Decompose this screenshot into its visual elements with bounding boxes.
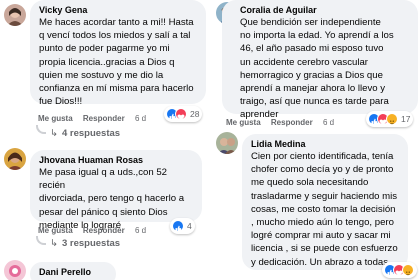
reply-button[interactable]: Responder: [271, 118, 313, 127]
care-icon: [386, 113, 398, 125]
like-button[interactable]: Me gusta: [38, 114, 73, 123]
comment-line: , mucho miedo aún lo tengo, pero: [251, 217, 394, 229]
reply-button[interactable]: Responder: [83, 226, 125, 235]
like-icon: [172, 220, 184, 233]
comment-line: q vencí todos los miedos y salí a tal: [39, 30, 191, 42]
comment-line: 46, el año pasado mi esposo tuvo: [240, 43, 384, 55]
reaction-summary[interactable]: [382, 262, 417, 278]
comment-line: Que bendición ser independiente: [240, 17, 381, 28]
comment-line: quien me sostuvo y me dio la: [39, 69, 164, 81]
comment-bubble: Vicky Gena Me haces acordar tanto a mi!!…: [30, 0, 206, 107]
reaction-count: 28: [190, 109, 200, 119]
reply-arrow-icon: ↳: [50, 238, 58, 249]
avatar-dani-icon: [4, 260, 26, 280]
comment-bubble: Dani Perello: [30, 262, 116, 280]
replies-count: 3 respuestas: [61, 238, 121, 249]
comment-line: pesar del pánico q siento Dios: [39, 206, 168, 218]
like-button[interactable]: Me gusta: [38, 226, 73, 235]
comment-author[interactable]: Coralia de Aguilar: [240, 4, 409, 16]
reply-arrow-icon: ↳: [50, 128, 58, 139]
view-replies-link[interactable]: ↳ 4 respuestas: [50, 128, 120, 139]
comment-bubble: Coralia de Aguilar Que bendición ser ind…: [222, 0, 418, 120]
avatar[interactable]: [4, 260, 26, 280]
comment-line: licencia , si se puede con esfuerzo: [251, 243, 398, 255]
avatar[interactable]: [216, 132, 238, 154]
avatar-lidia-icon: [216, 132, 238, 154]
replies-count: 4 respuestas: [61, 128, 121, 139]
reaction-summary[interactable]: 28: [164, 106, 203, 122]
care-icon: [402, 264, 414, 276]
comment-author[interactable]: Vicky Gena: [39, 4, 197, 16]
reaction-count: 17: [401, 114, 411, 124]
avatar[interactable]: [4, 148, 26, 170]
thread-connector: [36, 236, 46, 245]
reply-button[interactable]: Responder: [83, 114, 125, 123]
avatar-vicky-icon: [4, 4, 26, 26]
comment-actions: Me gusta Responder 6 d: [226, 118, 342, 127]
comment-time[interactable]: 6 d: [323, 118, 334, 127]
comment-text: Cien por ciento identificada, tenía chof…: [251, 150, 399, 269]
comment-author[interactable]: Lidia Medina: [251, 138, 399, 150]
comment-author[interactable]: Jhovana Huaman Rosas: [39, 154, 193, 166]
comment-line: un accidente cerebro vascular: [240, 56, 368, 68]
comment-time[interactable]: 6 d: [135, 226, 146, 235]
comment-bubble: Lidia Medina Cien por ciento identificad…: [242, 134, 408, 270]
like-button[interactable]: Me gusta: [226, 118, 261, 127]
comment-line: Me haces acordar tanto a mi!! Hasta: [39, 17, 194, 28]
comment-actions: Me gusta Responder 6 d: [38, 226, 154, 235]
avatar[interactable]: [4, 4, 26, 26]
comment-line: no importa la edad. Yo aprendí a los: [240, 30, 394, 42]
comment-line: confianza en mí misma para hacerlo: [39, 83, 194, 95]
comment-line: cosas, me costo tomar la decisión: [251, 203, 396, 215]
view-replies-link[interactable]: ↳ 3 respuestas: [50, 238, 120, 249]
thread-connector: [36, 125, 46, 134]
reaction-summary[interactable]: 17: [366, 111, 414, 127]
comment-author[interactable]: Dani Perello: [39, 266, 107, 278]
comment-line: Cien por ciento identificada, tenía: [251, 151, 394, 162]
comment-line: y dedicación. Un abrazo a todas: [251, 256, 389, 268]
reaction-summary[interactable]: 4: [170, 218, 195, 234]
reaction-count: 4: [187, 221, 192, 231]
comment-line: aprendí a manejar ahora lo llevo y: [240, 83, 386, 95]
comment-text: Que bendición ser independiente no impor…: [240, 16, 409, 122]
comment-line: trasladarme y seguir haciendo mis: [251, 190, 398, 202]
comment-text: Me haces acordar tanto a mi!! Hasta q ve…: [39, 16, 197, 108]
comment-line: chofer como decía yo y de pronto: [251, 164, 394, 176]
comment-line: punto de poder pagarme yo mi: [39, 43, 170, 55]
comment-line: logré comprar mi auto y sacar mi: [251, 230, 391, 242]
comment-line: traigo, así que nunca es tarde para: [240, 96, 389, 108]
comment-line: hemorragico y gracias a Dios que: [240, 69, 383, 81]
avatar-jhovana-icon: [4, 148, 26, 170]
comment-time[interactable]: 6 d: [135, 114, 146, 123]
comment-line: me quedo sola necesitando: [251, 177, 369, 189]
comment-line: propia licencia..gracias a Dios q: [39, 56, 175, 68]
comment-line: divorciada, pero tengo q hacerlo a: [39, 193, 185, 205]
love-icon: [175, 108, 187, 121]
comment-line: Me pasa igual q a uds.,con 52 recién: [39, 167, 168, 192]
comment-actions: Me gusta Responder 6 d: [38, 114, 154, 123]
comment-bubble: Jhovana Huaman Rosas Me pasa igual q a u…: [30, 150, 202, 231]
